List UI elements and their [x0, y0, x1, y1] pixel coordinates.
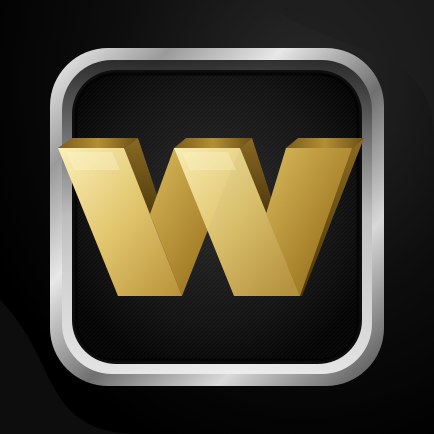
app-icon-canvas	[0, 0, 434, 434]
app-icon-artwork	[0, 0, 434, 434]
